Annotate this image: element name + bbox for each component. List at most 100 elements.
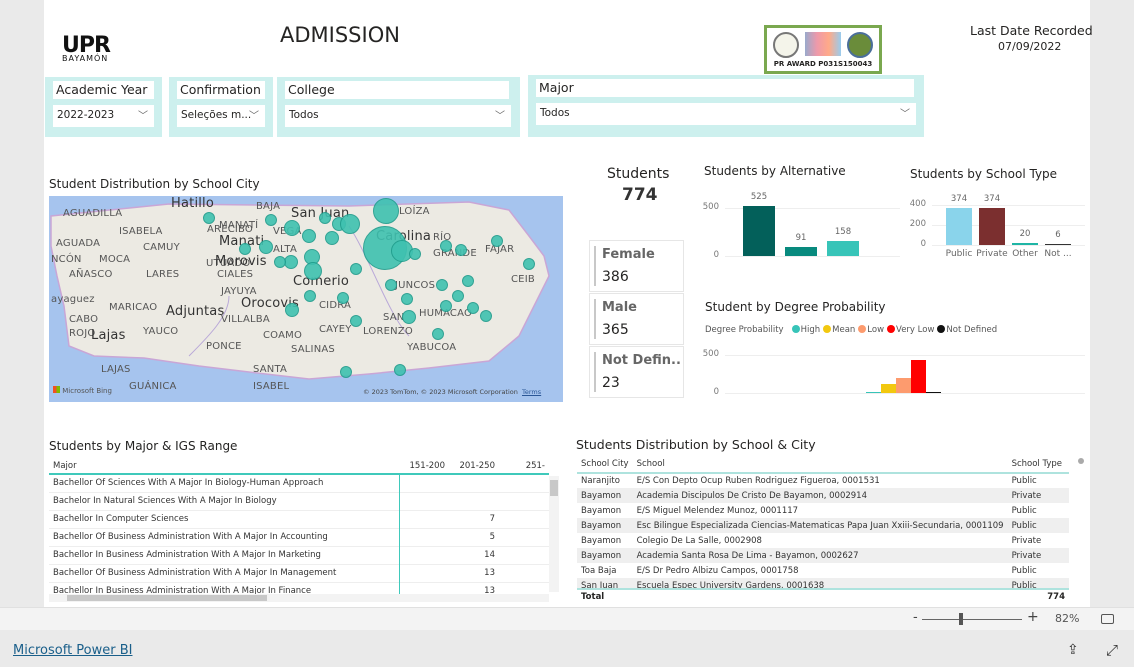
bar-high[interactable] (866, 391, 881, 393)
city-bubble[interactable] (491, 235, 503, 247)
zoom-out-button[interactable]: - (913, 610, 918, 625)
degree-probability-chart[interactable]: 0 500 (700, 345, 1085, 400)
city-bubble[interactable] (440, 300, 452, 312)
x-tick-label: Other (1012, 249, 1038, 259)
map-label: Hatillo (171, 196, 215, 211)
legend-item[interactable]: High (801, 325, 821, 335)
bar-mean[interactable] (881, 383, 896, 393)
city-bubble[interactable] (325, 231, 339, 245)
legend-item[interactable]: Very Low (896, 325, 934, 335)
city-bubble[interactable] (265, 214, 277, 226)
bar-very-low[interactable] (911, 360, 926, 393)
city-bubble[interactable] (259, 240, 273, 254)
city-bubble[interactable] (284, 255, 298, 269)
city-bubble[interactable] (440, 240, 452, 252)
city-bubble[interactable] (340, 366, 352, 378)
bar-other[interactable] (1012, 243, 1038, 245)
bar-item-[interactable] (743, 205, 775, 256)
city-bubble[interactable] (350, 263, 362, 275)
card-label: Male (602, 300, 637, 315)
column-header[interactable]: Students (1066, 455, 1069, 473)
academic-year-dropdown[interactable]: 2022-2023 ﹀ (53, 105, 154, 127)
horizontal-scrollbar[interactable] (49, 594, 549, 602)
type-cell: Public (1011, 520, 1037, 531)
share-icon[interactable]: ⇪ (1067, 642, 1079, 658)
city-bubble[interactable] (302, 229, 316, 243)
power-bi-link[interactable]: Microsoft Power BI (13, 643, 132, 658)
legend-item[interactable]: Not Defined (946, 325, 997, 335)
city-bubble[interactable] (373, 198, 399, 224)
bar-not-[interactable] (1045, 243, 1071, 245)
city-bubble[interactable] (394, 364, 406, 376)
column-header[interactable]: 251- (499, 458, 549, 474)
bar-item-[interactable] (827, 240, 859, 256)
zoom-slider[interactable] (922, 619, 1022, 620)
city-bubble[interactable] (402, 310, 416, 324)
city-bubble[interactable] (467, 302, 479, 314)
city-bubble[interactable] (340, 214, 360, 234)
city-bubble[interactable] (432, 328, 444, 340)
city-bubble[interactable] (436, 279, 448, 291)
city-bubble[interactable] (452, 290, 464, 302)
legend-item[interactable]: Low (867, 325, 884, 335)
fullscreen-icon[interactable]: ⤢ (1106, 641, 1118, 659)
city-bubble[interactable] (239, 243, 251, 255)
scroll-indicator[interactable] (1078, 458, 1084, 464)
y-tick-label: 0 (713, 250, 719, 260)
students-cell: 23 (1066, 503, 1069, 518)
bing-text: Microsoft Bing (62, 387, 112, 395)
city-bubble[interactable] (304, 290, 316, 302)
vertical-scrollbar[interactable] (549, 476, 559, 592)
school-type-chart[interactable]: 0 200 400 374 Public 374 Private 20 Other 6 Not ..… (905, 185, 1085, 270)
city-bubble[interactable] (480, 310, 492, 322)
column-header[interactable]: School (633, 455, 1008, 473)
city-bubble[interactable] (285, 303, 299, 317)
city-bubble[interactable] (409, 248, 421, 260)
major-dropdown[interactable]: Todos ﹀ (536, 103, 916, 125)
city-bubble[interactable] (523, 258, 535, 270)
bar-not-defined[interactable] (926, 391, 941, 393)
terms-link[interactable]: Terms (522, 388, 541, 396)
map-label: MANATÍ (219, 220, 259, 231)
column-header[interactable]: 201-250 (449, 458, 499, 474)
city-bubble[interactable] (462, 275, 474, 287)
college-dropdown[interactable]: Todos ﹀ (285, 105, 511, 127)
city-bubble[interactable] (385, 279, 397, 291)
legend-item[interactable]: Mean (832, 325, 855, 335)
map-label: YABUCOA (407, 342, 457, 353)
fit-to-page-icon[interactable] (1101, 614, 1114, 624)
zoom-slider-thumb[interactable] (959, 613, 963, 625)
bar-item-[interactable] (785, 247, 817, 256)
city-bubble[interactable] (319, 212, 331, 224)
city-cell: Naranjito (581, 476, 620, 486)
confirmation-dropdown[interactable]: Seleções m... ﹀ (177, 105, 265, 127)
bar-low[interactable] (896, 377, 911, 393)
city-bubble[interactable] (455, 244, 467, 256)
alternative-chart[interactable]: 0 500 525 91 158 (700, 185, 900, 265)
city-bubble[interactable] (203, 212, 215, 224)
map-label: CIALES (217, 269, 254, 280)
zoom-in-button[interactable]: + (1027, 609, 1039, 625)
column-header[interactable]: 151-200 (399, 458, 449, 474)
city-bubble[interactable] (401, 293, 413, 305)
major-cell: Bachellor In Computer Sciences (49, 510, 400, 528)
column-header[interactable]: Major (49, 458, 399, 474)
column-header[interactable]: School City (577, 455, 633, 473)
city-bubble[interactable] (274, 256, 286, 268)
award-logos: PR AWARD P031S150043 (764, 25, 882, 74)
map-label: SALINAS (291, 344, 335, 355)
city-cell: Bayamon (581, 535, 622, 546)
city-bubble[interactable] (284, 220, 300, 236)
city-bubble[interactable] (304, 262, 322, 280)
city-bubble[interactable] (350, 315, 362, 327)
bar-private[interactable] (979, 207, 1005, 245)
type-cell: Private (1011, 550, 1042, 561)
table-row: Bachellor Of Business Administration Wit… (49, 528, 549, 546)
value-cell (399, 492, 449, 510)
map-label: ISABEL (253, 381, 290, 392)
gridline (932, 245, 1085, 246)
school-city-map[interactable]: Hatillo AGUADILLA ISABELA AGUADA NCÓN MOCA AÑA… (49, 196, 563, 402)
city-bubble[interactable] (337, 292, 349, 304)
bar-public[interactable] (946, 207, 972, 245)
column-header[interactable]: School Type (1008, 455, 1066, 473)
